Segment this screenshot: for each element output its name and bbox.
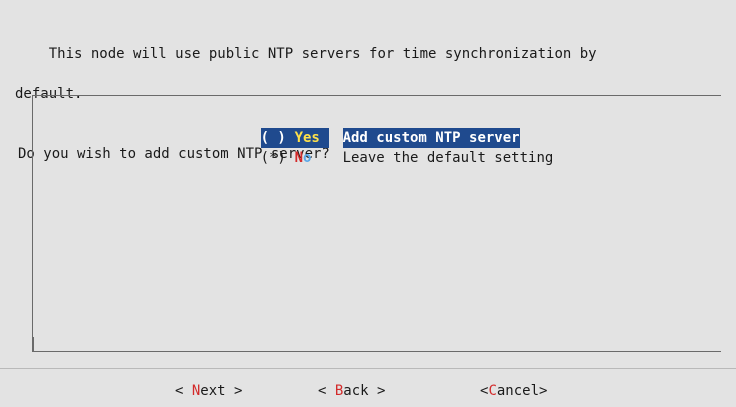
option-no[interactable]: (*) No Leave the default setting	[210, 128, 554, 166]
options-list: ( ) Yes Add custom NTP server (*) No Leave t…	[210, 108, 554, 166]
option-yes[interactable]: ( ) Yes Add custom NTP server	[210, 108, 553, 148]
cancel-button-suffix: >	[539, 383, 548, 399]
back-button-rest: ack	[343, 383, 369, 399]
option-no-tag: No	[295, 148, 329, 168]
back-button[interactable]: < Back >	[318, 383, 385, 399]
button-bar: < Next > < Back > <Cancel>	[0, 368, 736, 407]
option-no-radio[interactable]: (*)	[261, 148, 295, 168]
cancel-button-rest: ancel	[496, 383, 540, 399]
next-button-suffix: >	[225, 383, 243, 399]
option-no-description: Leave the default setting	[342, 150, 554, 166]
cancel-button[interactable]: <Cancel>	[480, 383, 547, 399]
option-no-tag-hotkey: N	[294, 150, 304, 166]
ntp-dialog: This node will use public NTP servers fo…	[0, 0, 736, 407]
list-frame-corner	[32, 337, 34, 351]
back-button-suffix: >	[368, 383, 386, 399]
cancel-button-hotkey: C	[488, 383, 497, 399]
option-no-tag-rest: o	[303, 150, 312, 166]
next-button-rest: ext	[200, 383, 226, 399]
message-line-1: This node will use public NTP servers fo…	[48, 46, 597, 62]
next-button-prefix: <	[175, 383, 192, 399]
back-button-prefix: <	[318, 383, 335, 399]
next-button[interactable]: < Next >	[175, 383, 242, 399]
